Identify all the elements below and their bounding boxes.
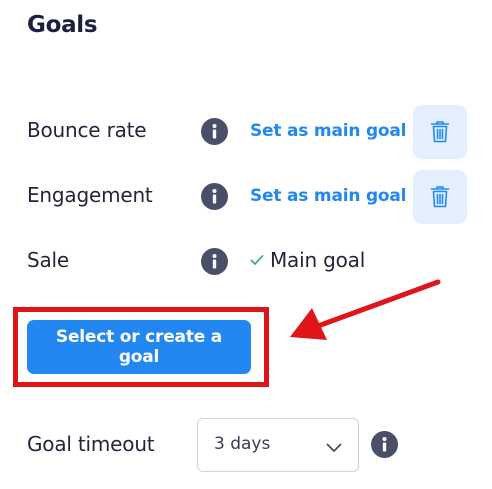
delete-goal-button[interactable] bbox=[413, 105, 467, 159]
chevron-down-icon bbox=[326, 438, 342, 457]
main-goal-label: Main goal bbox=[270, 248, 366, 272]
trash-icon bbox=[430, 186, 450, 208]
main-goal-status: Main goal bbox=[250, 248, 365, 272]
check-icon bbox=[250, 254, 264, 266]
set-main-goal-link[interactable]: Set as main goal bbox=[250, 186, 407, 206]
info-icon[interactable] bbox=[201, 248, 228, 275]
info-icon[interactable] bbox=[201, 118, 228, 145]
goal-timeout-label: Goal timeout bbox=[27, 432, 155, 456]
goal-name: Sale bbox=[27, 248, 70, 272]
info-icon[interactable] bbox=[201, 183, 228, 210]
goal-timeout-value: 3 days bbox=[214, 434, 271, 454]
goal-row-sale: Sale Main goal bbox=[0, 235, 492, 289]
goal-row-engagement: Engagement Set as main goal bbox=[0, 170, 492, 224]
goal-name: Engagement bbox=[27, 183, 153, 207]
goals-panel: Goals Bounce rate Set as main goal Engag… bbox=[0, 0, 492, 489]
goal-row-bounce-rate: Bounce rate Set as main goal bbox=[0, 105, 492, 159]
trash-icon bbox=[430, 121, 450, 143]
page-title: Goals bbox=[27, 12, 98, 38]
info-icon[interactable] bbox=[371, 431, 398, 458]
goal-name: Bounce rate bbox=[27, 118, 147, 142]
select-or-create-goal-button[interactable]: Select or create a goal bbox=[27, 320, 251, 374]
goal-timeout-select[interactable]: 3 days bbox=[197, 418, 359, 472]
set-main-goal-link[interactable]: Set as main goal bbox=[250, 121, 407, 141]
delete-goal-button[interactable] bbox=[413, 170, 467, 224]
